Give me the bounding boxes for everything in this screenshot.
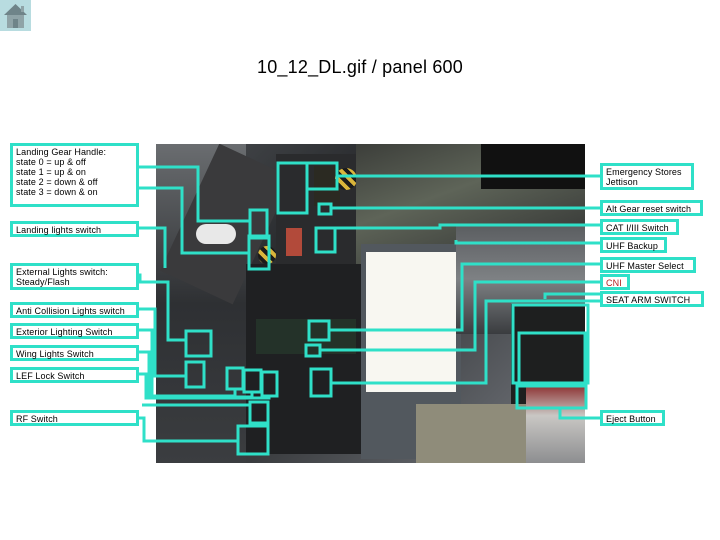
label-exterior-lighting: Exterior Lighting Switch (10, 323, 139, 339)
label-emergency-stores-jettison: Emergency Stores Jettison (600, 163, 694, 190)
label-landing-gear-state-3: state 3 = down & on (16, 187, 98, 197)
label-landing-gear-state-0: state 0 = up & off (16, 157, 86, 167)
label-landing-lights: Landing lights switch (10, 221, 139, 237)
label-seat-arm-switch: SEAT ARM SWITCH (600, 291, 704, 307)
cockpit-photo (156, 144, 585, 463)
home-icon (4, 4, 27, 28)
label-anti-collision: Anti Collision Lights switch (10, 302, 139, 318)
label-external-lights: External Lights switch: Steady/Flash (10, 263, 139, 290)
page-title: 10_12_DL.gif / panel 600 (257, 57, 463, 77)
label-landing-gear-heading: Landing Gear Handle: (16, 147, 107, 157)
label-alt-gear-reset: Alt Gear reset switch (600, 200, 703, 216)
label-landing-gear-handle: Landing Gear Handle: state 0 = up & off … (10, 143, 139, 207)
label-landing-gear-state-1: state 1 = up & on (16, 167, 86, 177)
label-cni: CNI (600, 274, 630, 290)
label-cat-switch: CAT I/III Switch (600, 219, 679, 235)
label-landing-gear-state-2: state 2 = down & off (16, 177, 98, 187)
label-lef-lock: LEF Lock Switch (10, 367, 139, 383)
label-uhf-master-select: UHF Master Select (600, 257, 696, 273)
label-uhf-backup: UHF Backup (600, 237, 667, 253)
label-wing-lights: Wing Lights Switch (10, 345, 139, 361)
label-eject-button: Eject Button (600, 410, 665, 426)
label-rf-switch: RF Switch (10, 410, 139, 426)
home-button[interactable] (0, 0, 31, 31)
